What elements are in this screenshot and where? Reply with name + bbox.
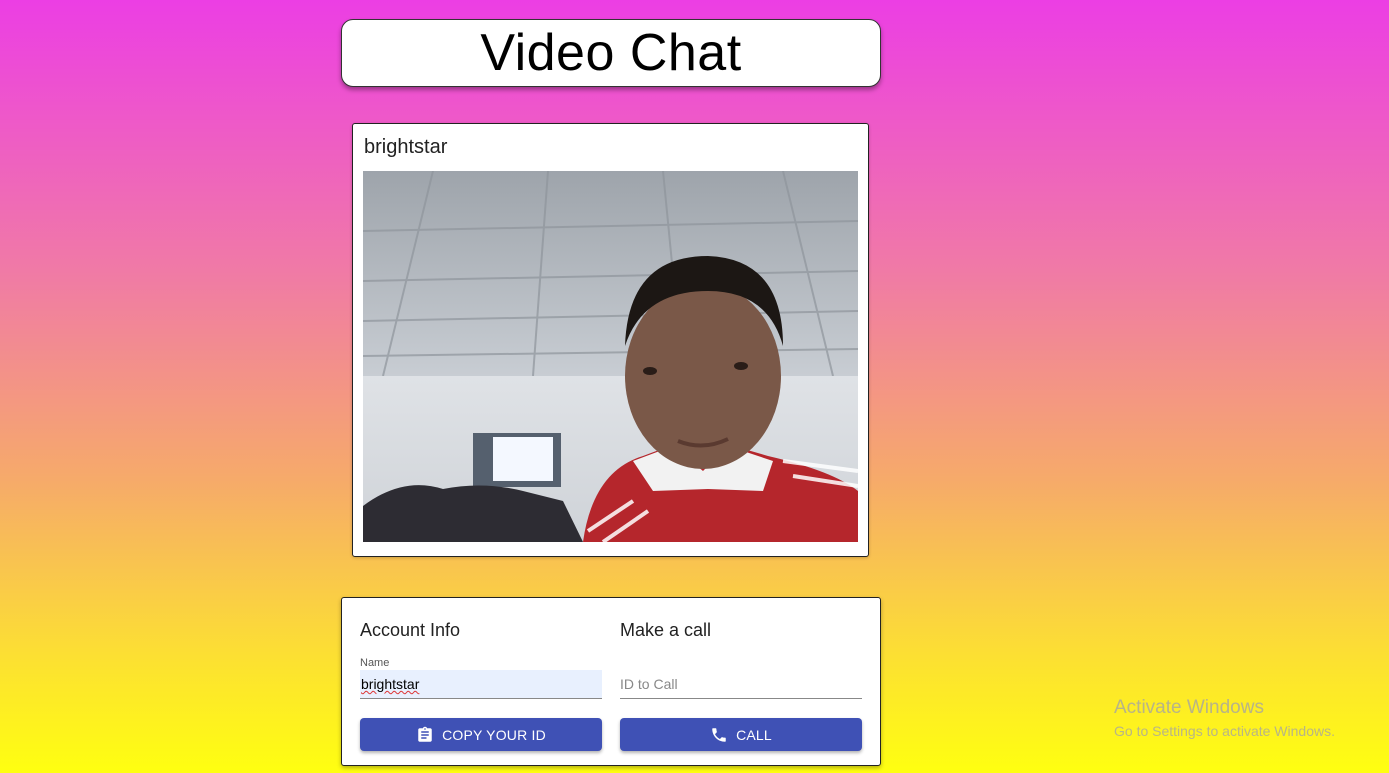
video-feed bbox=[363, 171, 858, 542]
id-to-call-placeholder: ID to Call bbox=[620, 676, 678, 692]
id-to-call-input[interactable]: ID to Call bbox=[620, 670, 862, 699]
watermark-subtitle: Go to Settings to activate Windows. bbox=[1114, 723, 1335, 739]
phone-icon bbox=[712, 727, 726, 742]
video-card: brightstar bbox=[352, 123, 869, 557]
copy-id-button[interactable]: COPY YOUR ID bbox=[360, 718, 602, 751]
copy-id-label: COPY YOUR ID bbox=[442, 726, 546, 743]
name-input-value: brightstar bbox=[361, 676, 420, 692]
page-title: Video Chat bbox=[480, 24, 742, 82]
watermark-title: Activate Windows bbox=[1114, 697, 1264, 718]
account-info-heading: Account Info bbox=[360, 620, 461, 640]
clipboard-icon bbox=[418, 726, 432, 742]
call-options-panel: Account Info Name brightstar COPY YOUR I… bbox=[341, 597, 881, 766]
call-label: CALL bbox=[736, 726, 772, 743]
call-button[interactable]: CALL bbox=[620, 718, 862, 751]
name-input[interactable]: brightstar bbox=[360, 670, 602, 699]
make-call-section: Make a call ID to Call CALL bbox=[620, 620, 862, 751]
make-call-heading: Make a call bbox=[620, 620, 712, 640]
video-caller-name: brightstar bbox=[364, 136, 448, 158]
windows-activation-watermark: Activate Windows Go to Settings to activ… bbox=[1114, 697, 1335, 739]
webcam-image bbox=[363, 171, 858, 542]
title-container: Video Chat bbox=[341, 19, 881, 87]
account-info-section: Account Info Name brightstar COPY YOUR I… bbox=[360, 620, 602, 751]
name-field-label: Name bbox=[360, 657, 390, 669]
